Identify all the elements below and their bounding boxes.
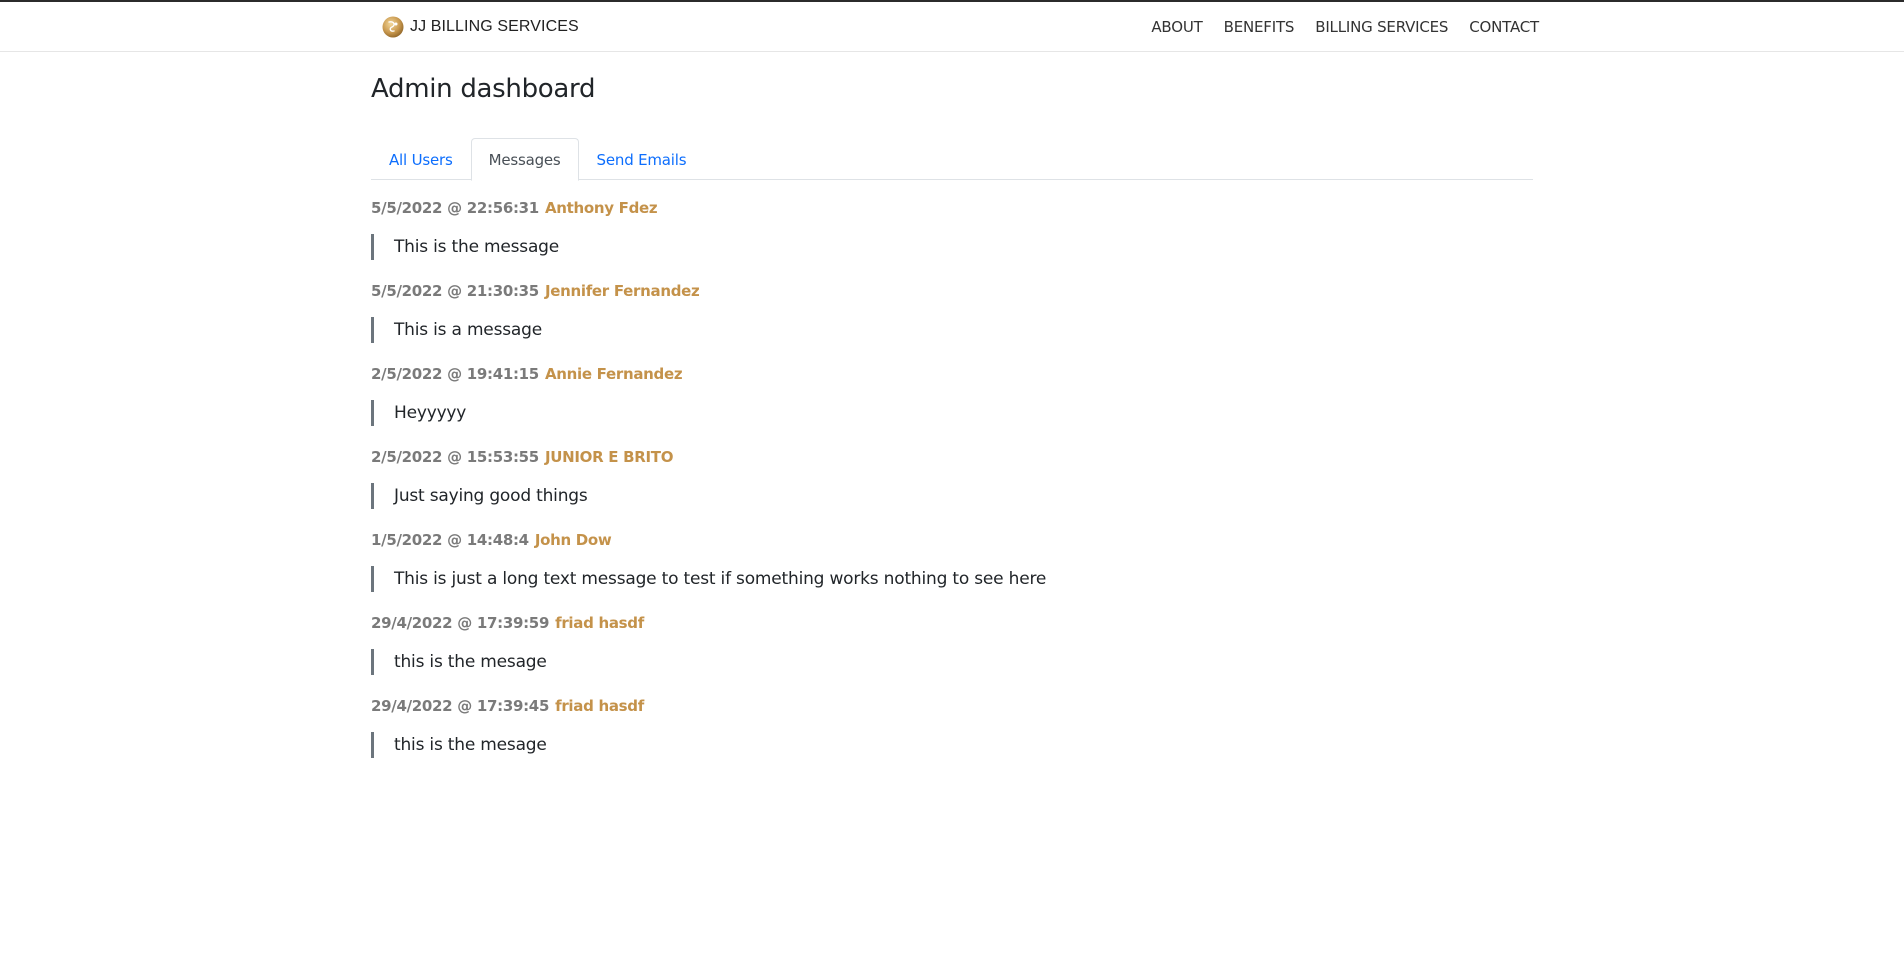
tab-messages[interactable]: Messages [470,138,579,181]
message-meta: 1/5/2022 @ 14:48:4 John Dow [371,530,612,550]
messages-list: 5/5/2022 @ 22:56:31 Anthony Fdez This is … [371,190,1533,771]
message-text: This is the message [371,234,559,260]
message-text: This is a message [371,317,542,343]
message-text: this is the mesage [371,649,547,675]
message-meta: 29/4/2022 @ 17:39:45 friad hasdf [371,696,644,716]
message-date: 29/4/2022 @ 17:39:59 [371,614,550,632]
message-meta: 5/5/2022 @ 22:56:31 Anthony Fdez [371,198,658,218]
nav-benefits[interactable]: BENEFITS [1224,17,1295,37]
message-text: Just saying good things [371,483,588,509]
message-text: this is the mesage [371,732,547,758]
message-item: 2/5/2022 @ 15:53:55 JUNIOR E BRITO Just s… [371,439,1533,522]
message-author: friad hasdf [555,697,644,715]
message-date: 5/5/2022 @ 22:56:31 [371,199,539,217]
message-meta: 2/5/2022 @ 19:41:15 Annie Fernandez [371,364,683,384]
message-item: 2/5/2022 @ 19:41:15 Annie Fernandez Heyyy… [371,356,1533,439]
message-text: Heyyyyy [371,400,466,426]
message-author: JUNIOR E BRITO [544,448,674,466]
tab-all-users[interactable]: All Users [371,138,471,180]
message-item: 5/5/2022 @ 21:30:35 Jennifer Fernandez Th… [371,273,1533,356]
message-item: 29/4/2022 @ 17:39:45 friad hasdf this is … [371,688,1533,771]
message-author: Anthony Fdez [544,199,658,217]
message-meta: 29/4/2022 @ 17:39:59 friad hasdf [371,613,644,633]
nav-about[interactable]: ABOUT [1151,17,1202,37]
message-meta: 2/5/2022 @ 15:53:55 JUNIOR E BRITO [371,447,674,467]
brand-link[interactable]: JJ BILLING SERVICES [382,16,579,38]
nav-billing-services[interactable]: BILLING SERVICES [1315,17,1448,37]
nav-contact[interactable]: CONTACT [1469,17,1539,37]
main-nav: ABOUT BENEFITS BILLING SERVICES CONTACT [1151,17,1539,37]
top-navbar: JJ BILLING SERVICES ABOUT BENEFITS BILLI… [0,0,1904,52]
message-text: This is just a long text message to test… [371,566,1046,592]
message-date: 29/4/2022 @ 17:39:45 [371,697,550,715]
message-item: 29/4/2022 @ 17:39:59 friad hasdf this is … [371,605,1533,688]
message-date: 1/5/2022 @ 14:48:4 [371,531,529,549]
message-date: 2/5/2022 @ 15:53:55 [371,448,539,466]
message-date: 5/5/2022 @ 21:30:35 [371,282,539,300]
tab-send-emails[interactable]: Send Emails [579,138,705,180]
dashboard-tabs: All Users Messages Send Emails [371,138,1533,181]
brand-name: JJ BILLING SERVICES [410,18,579,35]
message-author: Annie Fernandez [544,365,683,383]
message-author: John Dow [534,531,612,549]
message-item: 1/5/2022 @ 14:48:4 John Dow This is just … [371,522,1533,605]
page-title: Admin dashboard [371,74,596,104]
message-author: friad hasdf [555,614,644,632]
message-date: 2/5/2022 @ 19:41:15 [371,365,539,383]
brand-logo-icon [382,16,404,38]
message-meta: 5/5/2022 @ 21:30:35 Jennifer Fernandez [371,281,700,301]
message-item: 5/5/2022 @ 22:56:31 Anthony Fdez This is … [371,190,1533,273]
message-author: Jennifer Fernandez [544,282,700,300]
